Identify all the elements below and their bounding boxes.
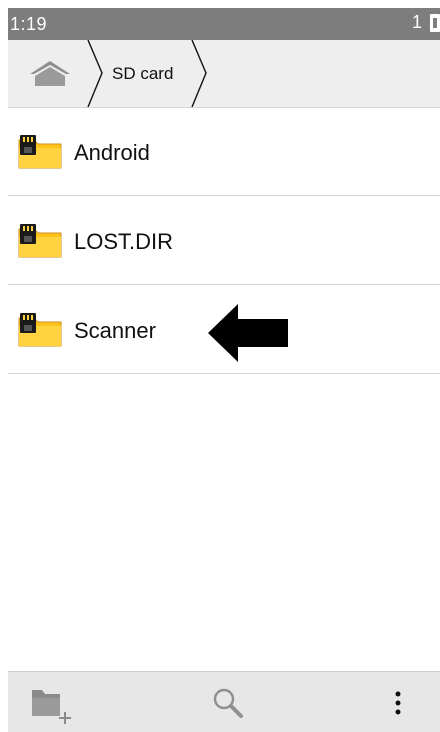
- status-bar: 1:19 1: [8, 8, 440, 40]
- home-icon: [30, 61, 70, 86]
- sd-folder-icon: [18, 135, 62, 169]
- battery-icon: [430, 13, 440, 32]
- search-button[interactable]: [208, 684, 248, 724]
- more-vert-icon: [395, 691, 401, 715]
- list-item[interactable]: Android: [8, 107, 440, 196]
- breadcrumb-current[interactable]: SD card: [112, 64, 173, 84]
- status-time: 1:19: [10, 14, 48, 34]
- breadcrumb-separator: [191, 40, 207, 107]
- sd-folder-icon: [18, 224, 62, 258]
- list-item[interactable]: LOST.DIR: [8, 196, 440, 285]
- new-folder-button[interactable]: [30, 686, 74, 726]
- new-folder-icon: [32, 690, 71, 724]
- bottom-toolbar: [8, 671, 440, 732]
- pointer-arrow-icon: [208, 304, 288, 362]
- file-name: Scanner: [74, 318, 156, 343]
- home-button[interactable]: [8, 40, 92, 107]
- breadcrumb-separator: [87, 40, 103, 107]
- overflow-menu-button[interactable]: [388, 686, 408, 720]
- status-indicators: 1: [412, 12, 440, 33]
- file-name: LOST.DIR: [74, 229, 174, 254]
- file-name: Android: [74, 140, 150, 165]
- sim-indicator: 1: [411, 12, 422, 32]
- search-icon: [213, 688, 243, 718]
- sd-folder-icon: [18, 313, 62, 347]
- breadcrumb: SD card: [8, 40, 440, 108]
